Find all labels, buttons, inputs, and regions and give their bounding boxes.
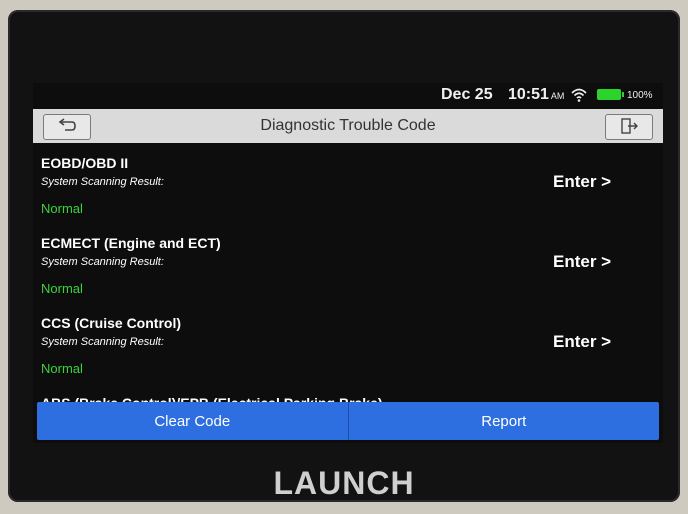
action-bar: Clear Code Report: [37, 402, 659, 440]
title-bar: Diagnostic Trouble Code: [33, 109, 663, 143]
system-status: Normal: [41, 281, 83, 296]
list-item: ECMECT (Engine and ECT) System Scanning …: [33, 231, 663, 311]
list-item: CCS (Cruise Control) System Scanning Res…: [33, 311, 663, 391]
page-title: Diagnostic Trouble Code: [260, 117, 436, 134]
clear-code-button[interactable]: Clear Code: [37, 402, 348, 440]
exit-button[interactable]: [605, 114, 653, 140]
battery-icon: [597, 89, 624, 100]
system-subtitle: System Scanning Result:: [41, 336, 164, 348]
system-status: Normal: [41, 201, 83, 216]
system-name: ECMECT (Engine and ECT): [41, 235, 221, 251]
report-button[interactable]: Report: [347, 402, 660, 440]
enter-button[interactable]: Enter >: [553, 332, 611, 352]
status-time: 10:51 AM: [508, 86, 565, 103]
system-subtitle: System Scanning Result:: [41, 256, 164, 268]
brand-logo: LAUNCH: [273, 465, 415, 501]
status-ampm: AM: [550, 91, 565, 101]
enter-button[interactable]: Enter >: [553, 252, 611, 272]
screen: Dec 25 10:51 AM 100% Diagnostic Trouble C…: [33, 83, 663, 443]
system-subtitle: System Scanning Result:: [41, 176, 164, 188]
enter-button[interactable]: Enter >: [553, 172, 611, 192]
wifi-icon: [571, 88, 587, 102]
battery-percent: 100%: [627, 90, 653, 101]
exit-icon: [621, 118, 638, 134]
system-name: EOBD/OBD II: [41, 155, 129, 171]
system-status: Normal: [41, 361, 83, 376]
system-name: CCS (Cruise Control): [41, 315, 181, 331]
system-list: EOBD/OBD II System Scanning Result: Norm…: [33, 151, 663, 391]
status-date: Dec 25: [441, 86, 493, 103]
list-item: EOBD/OBD II System Scanning Result: Norm…: [33, 151, 663, 231]
status-bar: Dec 25 10:51 AM 100%: [33, 83, 663, 107]
